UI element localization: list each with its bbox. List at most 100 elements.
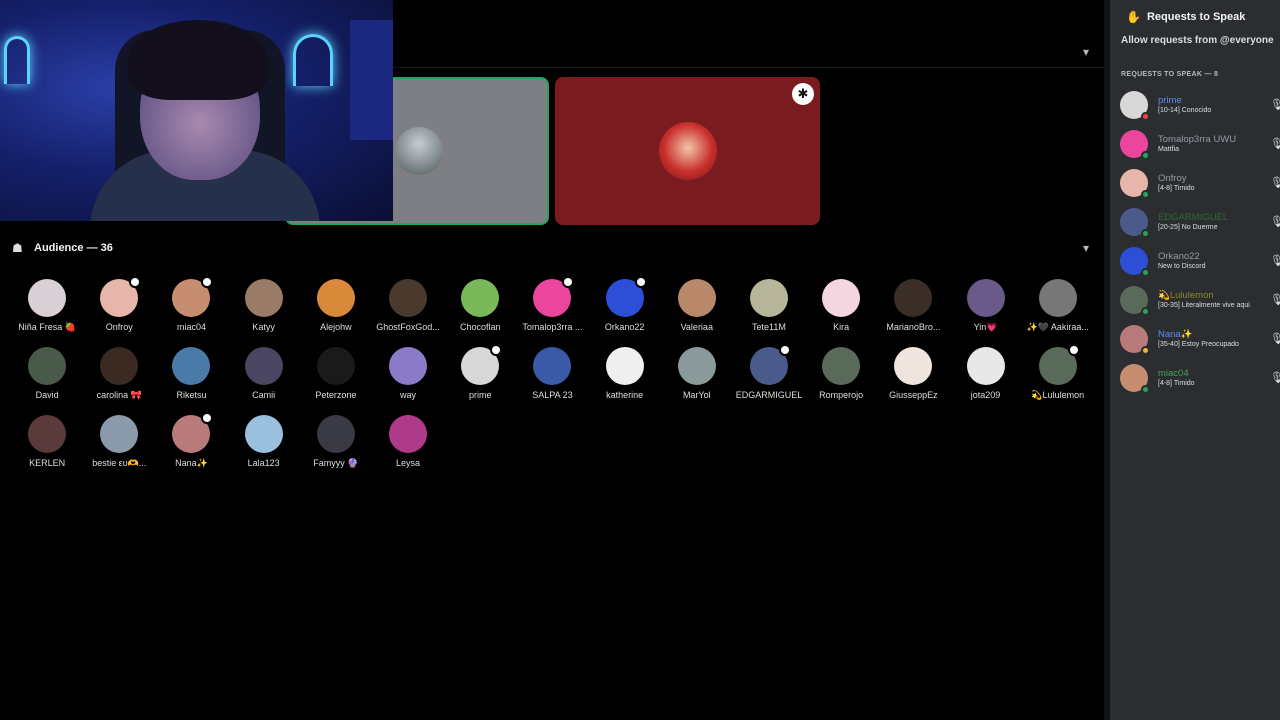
request-row[interactable]: Nana✨ [35-40] Estoy Preocupado 🎙 — [1120, 322, 1280, 356]
audience-member[interactable]: Yin💗 — [949, 279, 1021, 347]
invite-to-speak-mic-icon[interactable]: 🎙 — [1270, 137, 1280, 151]
audience-member[interactable]: KERLEN — [11, 415, 83, 483]
avatar — [389, 347, 428, 385]
audience-member-name: Alejohw — [320, 322, 352, 332]
audience-member-name: bestie ευ🫶... — [92, 458, 147, 468]
request-row[interactable]: EDGARMIGUEL [20-25] No Duerme 🎙 — [1120, 205, 1280, 239]
avatar — [533, 276, 575, 317]
request-row[interactable]: 💫Lululemon [30-35] Literalmente vive aqui… — [1120, 283, 1280, 317]
audience-member-name: carolina 🎀 — [96, 390, 142, 400]
audience-member-name: GiusseppEz — [889, 390, 938, 400]
avatar — [316, 415, 355, 453]
audience-member[interactable]: Famyyy 🔮 — [300, 415, 372, 483]
audience-member-name: prime — [468, 390, 492, 400]
audience-member[interactable]: carolina 🎀 — [83, 347, 155, 415]
audience-member-name: Nana✨ — [175, 458, 208, 468]
audience-member[interactable]: bestie ευ🫶... — [83, 415, 155, 483]
audience-member[interactable]: Orkano22 — [589, 276, 661, 347]
audience-member[interactable]: SALPA 23 — [516, 347, 588, 415]
avatar — [677, 347, 716, 385]
avatar — [461, 344, 503, 385]
audience-member[interactable]: GhostFoxGod... — [372, 279, 444, 347]
audience-member-name: GhostFoxGod... — [376, 322, 440, 332]
audience-member[interactable]: David — [11, 347, 83, 415]
moderator-badge-icon — [778, 344, 791, 356]
request-status-text: Mattfia — [1158, 145, 1180, 153]
avatar — [28, 415, 67, 453]
audience-member[interactable]: prime — [444, 344, 516, 415]
audience-member-name: KERLEN — [29, 458, 66, 468]
request-row[interactable]: Orkano22 New to Discord 🎙 — [1120, 244, 1280, 278]
avatar — [100, 415, 139, 453]
request-name: Tomalop3rra UWU — [1158, 133, 1237, 145]
stage-collapse-chevron-down-icon[interactable]: ▾ — [1078, 44, 1094, 60]
invite-to-speak-mic-icon[interactable]: 🎙 — [1270, 176, 1280, 190]
audience-member-name: miac04 — [176, 322, 206, 332]
audience-member-name: Onfroy — [105, 322, 133, 332]
invite-to-speak-mic-icon[interactable]: 🎙 — [1270, 254, 1280, 268]
audience-member[interactable]: EDGARMIGUEL — [733, 344, 805, 415]
audience-member[interactable]: jota209 — [949, 347, 1021, 415]
audience-member[interactable]: 💫Lululemon — [1022, 344, 1094, 415]
audience-member[interactable]: ✨🖤 Aakiraa... — [1022, 279, 1094, 347]
audience-collapse-chevron-down-icon[interactable]: ▾ — [1078, 240, 1094, 256]
invite-to-speak-mic-icon[interactable]: 🎙 — [1270, 293, 1280, 307]
request-name: Nana✨ — [1158, 328, 1193, 340]
audience-member[interactable]: Chocoflan — [444, 279, 516, 347]
audience-member-name: Camii — [252, 390, 276, 400]
audience-member[interactable]: Tete11M — [733, 279, 805, 347]
audience-member[interactable]: way — [372, 347, 444, 415]
avatar — [389, 415, 428, 453]
audience-member[interactable]: GiusseppEz — [877, 347, 949, 415]
allow-requests-setting[interactable]: Allow requests from @everyone — [1121, 35, 1274, 46]
audience-member[interactable]: MarYol — [661, 347, 733, 415]
audience-member-name: Leysa — [396, 458, 421, 468]
audience-member-name: Tete11M — [752, 322, 786, 332]
avatar — [100, 276, 142, 317]
avatar — [749, 344, 791, 385]
audience-member[interactable]: Alejohw — [300, 279, 372, 347]
moderator-badge-icon — [562, 276, 575, 288]
audience-member[interactable]: Lala123 — [228, 415, 300, 483]
audience-member[interactable]: Nana✨ — [155, 412, 227, 483]
invite-to-speak-mic-icon[interactable]: 🎙 — [1270, 371, 1280, 385]
invite-to-speak-mic-icon[interactable]: 🎙 — [1270, 98, 1280, 112]
audience-member[interactable]: Kira — [805, 279, 877, 347]
invite-to-speak-mic-icon[interactable]: 🎙 — [1270, 215, 1280, 229]
audience-member[interactable]: Tomalop3rra ... — [516, 276, 588, 347]
request-status-text: [30-35] Literalmente vive aqui — [1158, 301, 1250, 309]
audience-member[interactable]: Katyy — [228, 279, 300, 347]
request-row[interactable]: prime [10-14] Conocido 🎙 — [1120, 88, 1280, 122]
audience-member-name: Katyy — [252, 322, 275, 332]
requests-section-label: REQUESTS TO SPEAK — 8 — [1121, 71, 1219, 78]
audience-member[interactable]: Leysa — [372, 415, 444, 483]
status-indicator — [1141, 112, 1150, 121]
moderator-badge-icon — [1067, 344, 1080, 356]
invite-to-speak-mic-icon[interactable]: 🎙 — [1270, 332, 1280, 346]
audience-grid: Niña Fresa 🍓 Onfroy miac04 Katyy Alejohw Ghos… — [11, 276, 1101, 483]
avatar — [172, 347, 211, 385]
audience-member[interactable]: katherine — [589, 347, 661, 415]
audience-member[interactable]: Valeriaa — [661, 279, 733, 347]
audience-member[interactable]: Peterzone — [300, 347, 372, 415]
audience-member[interactable]: Onfroy — [83, 276, 155, 347]
request-text: Orkano22 New to Discord — [1158, 251, 1264, 272]
avatar — [605, 276, 647, 317]
audience-member[interactable]: Riketsu — [155, 347, 227, 415]
request-row[interactable]: miac04 [4-8] Timido 🎙 — [1120, 361, 1280, 395]
audience-member-name: Orkano22 — [604, 322, 645, 332]
audience-member-name: Tomalop3rra ... — [522, 322, 583, 332]
avatar — [1120, 169, 1150, 199]
speaker-tile-2[interactable]: ✱ — [555, 77, 820, 225]
audience-member[interactable]: Niña Fresa 🍓 — [11, 279, 83, 347]
avatar — [966, 347, 1005, 385]
audience-member[interactable]: Romperojo — [805, 347, 877, 415]
request-row[interactable]: Tomalop3rra UWU Mattfia 🎙 — [1120, 127, 1280, 161]
audience-member[interactable]: miac04 — [155, 276, 227, 347]
audience-member[interactable]: Camii — [228, 347, 300, 415]
audience-member-name: Famyyy 🔮 — [313, 458, 359, 468]
webcam-neon-light — [4, 36, 30, 84]
request-row[interactable]: Onfroy [4-8] Timido 🎙 — [1120, 166, 1280, 200]
audience-member[interactable]: MarianoBro... — [877, 279, 949, 347]
moderator-shield-icon: ✱ — [792, 83, 814, 105]
